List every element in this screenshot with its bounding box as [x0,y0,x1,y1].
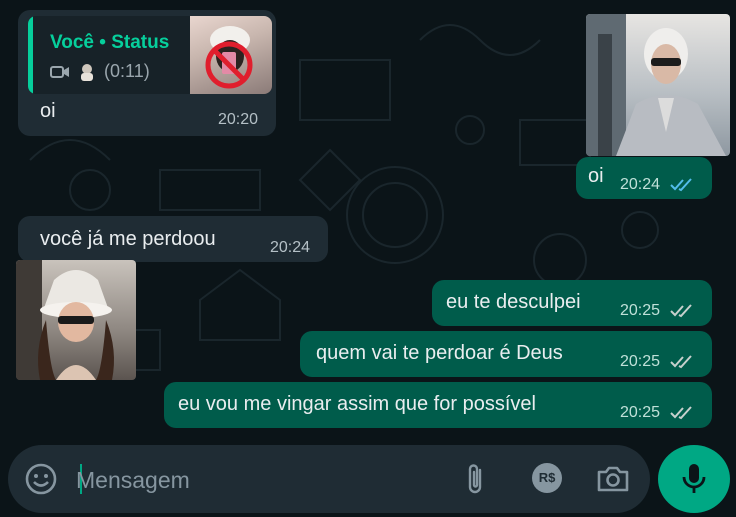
double-check-icon [670,406,692,420]
message-time: 20:25 [620,404,661,421]
message-outgoing[interactable]: eu te desculpei 20:25 [432,280,712,326]
payment-label: R$ [538,470,556,485]
message-outgoing[interactable]: oi 20:24 [576,157,712,199]
paperclip-icon[interactable] [464,462,488,496]
voice-message-button[interactable] [658,445,730,513]
message-incoming-status-reply[interactable]: Você • Status (0:11) oi 20:20 [18,10,276,136]
message-time: 20:20 [218,111,259,128]
video-camera-icon [50,66,69,79]
message-incoming[interactable]: você já me perdoou 20:24 [18,216,328,262]
no-phone-icon [205,26,253,89]
sticker-image [586,14,726,156]
quote-accent-bar [28,16,33,94]
sticker-incoming[interactable] [16,260,136,380]
double-check-icon [670,178,692,192]
message-text: você já me perdoou [40,228,216,250]
message-time: 20:25 [620,353,661,370]
double-check-icon [670,304,692,318]
quote-thumbnail [190,16,272,94]
message-text: quem vai te perdoar é Deus [316,342,563,364]
sticker-outgoing[interactable] [586,14,730,156]
message-outgoing[interactable]: quem vai te perdoar é Deus 20:25 [300,331,712,377]
double-check-icon [670,355,692,369]
message-text: oi [40,100,56,122]
status-thumbnail-icon [81,64,94,82]
payment-icon[interactable]: R$ [532,463,562,493]
message-text: oi [588,165,604,187]
message-time: 20:24 [270,239,311,256]
quote-duration: (0:11) [104,61,150,81]
emoji-icon[interactable] [24,462,58,496]
message-composer: R$ [8,445,650,513]
message-text: eu vou me vingar assim que for possível [178,393,536,415]
message-outgoing[interactable]: eu vou me vingar assim que for possível … [164,382,712,428]
camera-icon[interactable] [596,464,630,494]
message-time: 20:24 [620,176,661,193]
quote-meta: (0:11) [50,61,150,82]
microphone-icon [682,464,706,493]
quote-author: Você • Status [50,32,170,53]
message-time: 20:25 [620,302,661,319]
quoted-status[interactable]: Você • Status (0:11) [28,16,272,94]
message-text: eu te desculpei [446,291,581,313]
sticker-image [16,260,114,380]
message-input[interactable] [74,461,438,499]
